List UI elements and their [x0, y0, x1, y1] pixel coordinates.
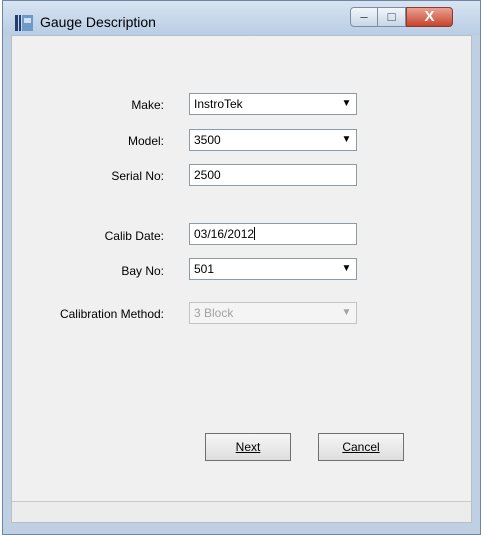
bay-no-dropdown[interactable]: 501 ▼ — [189, 258, 357, 280]
next-button-label: Next — [235, 440, 261, 454]
next-button[interactable]: Next — [205, 433, 291, 461]
title-bar[interactable]: Gauge Description – □ X — [3, 1, 480, 35]
close-icon: X — [424, 8, 435, 25]
serial-no-input[interactable]: 2500 — [189, 164, 357, 186]
maximize-icon: □ — [387, 9, 396, 24]
calib-date-value: 03/16/2012 — [194, 227, 256, 241]
model-value: 3500 — [194, 133, 221, 147]
chevron-down-icon[interactable]: ▼ — [338, 260, 355, 278]
maximize-button[interactable]: □ — [378, 7, 406, 27]
make-label: Make: — [131, 98, 164, 112]
bay-no-value: 501 — [194, 262, 215, 276]
form-panel: Make: InstroTek ▼ Model: 3500 ▼ Serial N… — [11, 35, 472, 523]
calibration-method-value: 3 Block — [194, 306, 234, 320]
window-title: Gauge Description — [40, 14, 156, 30]
make-dropdown[interactable]: InstroTek ▼ — [189, 93, 357, 115]
calib-date-label: Calib Date: — [104, 229, 164, 243]
close-button[interactable]: X — [406, 7, 453, 27]
calibration-method-label: Calibration Method: — [59, 307, 164, 321]
text-cursor — [254, 227, 256, 240]
chevron-down-icon[interactable]: ▼ — [338, 131, 355, 149]
minimize-button[interactable]: – — [350, 7, 378, 27]
make-value: InstroTek — [194, 97, 243, 111]
calib-date-input[interactable]: 03/16/2012 — [189, 223, 357, 245]
cancel-button-label: Cancel — [342, 440, 380, 454]
cancel-button[interactable]: Cancel — [318, 433, 404, 461]
chevron-down-icon[interactable]: ▼ — [338, 95, 355, 113]
gauge-description-window: Gauge Description – □ X Make: InstroTek … — [2, 0, 481, 535]
calibration-method-dropdown: 3 Block ▼ — [189, 302, 357, 324]
bay-no-label: Bay No: — [121, 264, 164, 278]
serial-no-value: 2500 — [194, 168, 221, 182]
model-dropdown[interactable]: 3500 ▼ — [189, 129, 357, 151]
chevron-down-icon: ▼ — [341, 307, 352, 318]
model-label: Model: — [127, 134, 164, 148]
calib-date-text: 03/16/2012 — [194, 227, 255, 241]
serial-no-label: Serial No: — [111, 169, 164, 183]
status-bar — [12, 501, 471, 522]
app-icon — [15, 15, 33, 31]
minimize-icon: – — [360, 9, 368, 24]
